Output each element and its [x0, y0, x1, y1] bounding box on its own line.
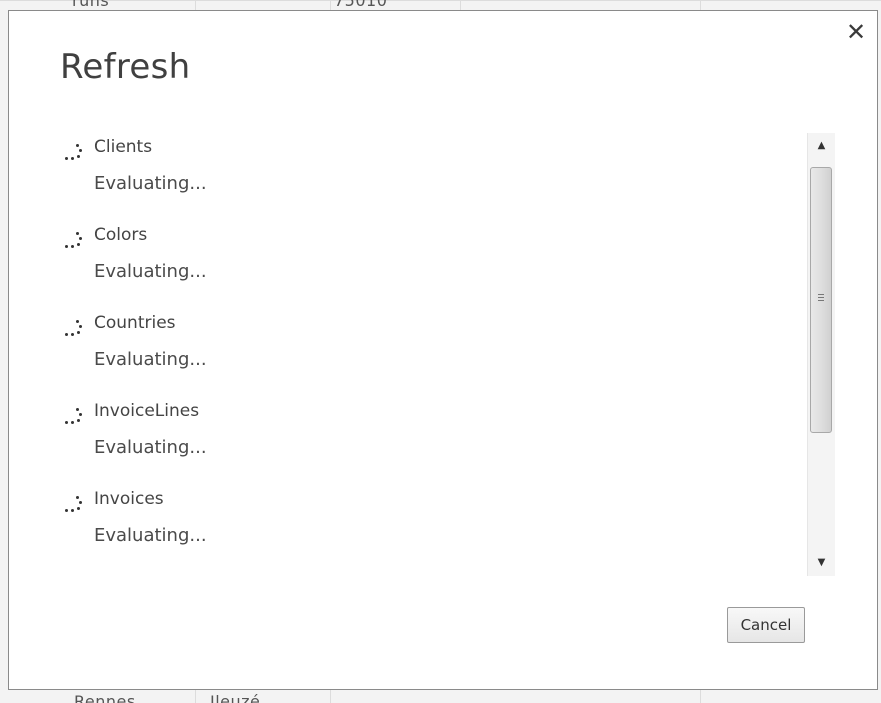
query-status: Evaluating... [94, 173, 207, 194]
dialog-title: Refresh [60, 47, 191, 87]
grid-line [460, 0, 461, 10]
scroll-up-icon[interactable]: ▲ [808, 135, 835, 157]
grid-line [330, 690, 331, 703]
query-name: Clients [94, 137, 153, 157]
query-name: Colors [94, 225, 148, 245]
query-status: Evaluating... [94, 437, 207, 458]
grid-line [195, 0, 196, 10]
grid-line [700, 0, 701, 10]
query-item: Invoices Evaluating... [63, 487, 783, 575]
vertical-scrollbar[interactable]: ▲ ▼ [807, 133, 835, 576]
refresh-dialog: ✕ Refresh Clients Evaluating... Colors E… [8, 10, 878, 690]
grip-icon [818, 294, 824, 303]
query-status: Evaluating... [94, 261, 207, 282]
close-icon[interactable]: ✕ [845, 20, 867, 44]
background-cell-text: Ileuzé [210, 692, 261, 703]
grid-line [0, 0, 881, 1]
query-name: Invoices [94, 489, 164, 509]
background-cell-text: 75010 [334, 0, 388, 10]
grid-line [330, 0, 331, 10]
background-cell-text: ... [712, 692, 729, 703]
grid-line [195, 690, 196, 703]
query-item: Countries Evaluating... [63, 311, 783, 399]
loading-spinner-icon [65, 493, 85, 515]
query-list: Clients Evaluating... Colors Evaluating.… [63, 135, 783, 575]
query-status: Evaluating... [94, 349, 207, 370]
query-item: Clients Evaluating... [63, 135, 783, 223]
loading-spinner-icon [65, 229, 85, 251]
loading-spinner-icon [65, 317, 85, 339]
background-cell-text: runs [72, 0, 110, 10]
grid-line [700, 690, 701, 703]
scrollbar-thumb[interactable] [810, 167, 832, 433]
query-item: Colors Evaluating... [63, 223, 783, 311]
query-name: Countries [94, 313, 176, 333]
scroll-down-icon[interactable]: ▼ [808, 552, 835, 574]
screen: runs 75010 Rennes Ileuzé ... ✕ Refresh C… [0, 0, 881, 703]
background-cell-text: Rennes [74, 692, 136, 703]
query-status: Evaluating... [94, 525, 207, 546]
loading-spinner-icon [65, 141, 85, 163]
cancel-button[interactable]: Cancel [727, 607, 805, 643]
query-name: InvoiceLines [94, 401, 200, 421]
loading-spinner-icon [65, 405, 85, 427]
query-item: InvoiceLines Evaluating... [63, 399, 783, 487]
